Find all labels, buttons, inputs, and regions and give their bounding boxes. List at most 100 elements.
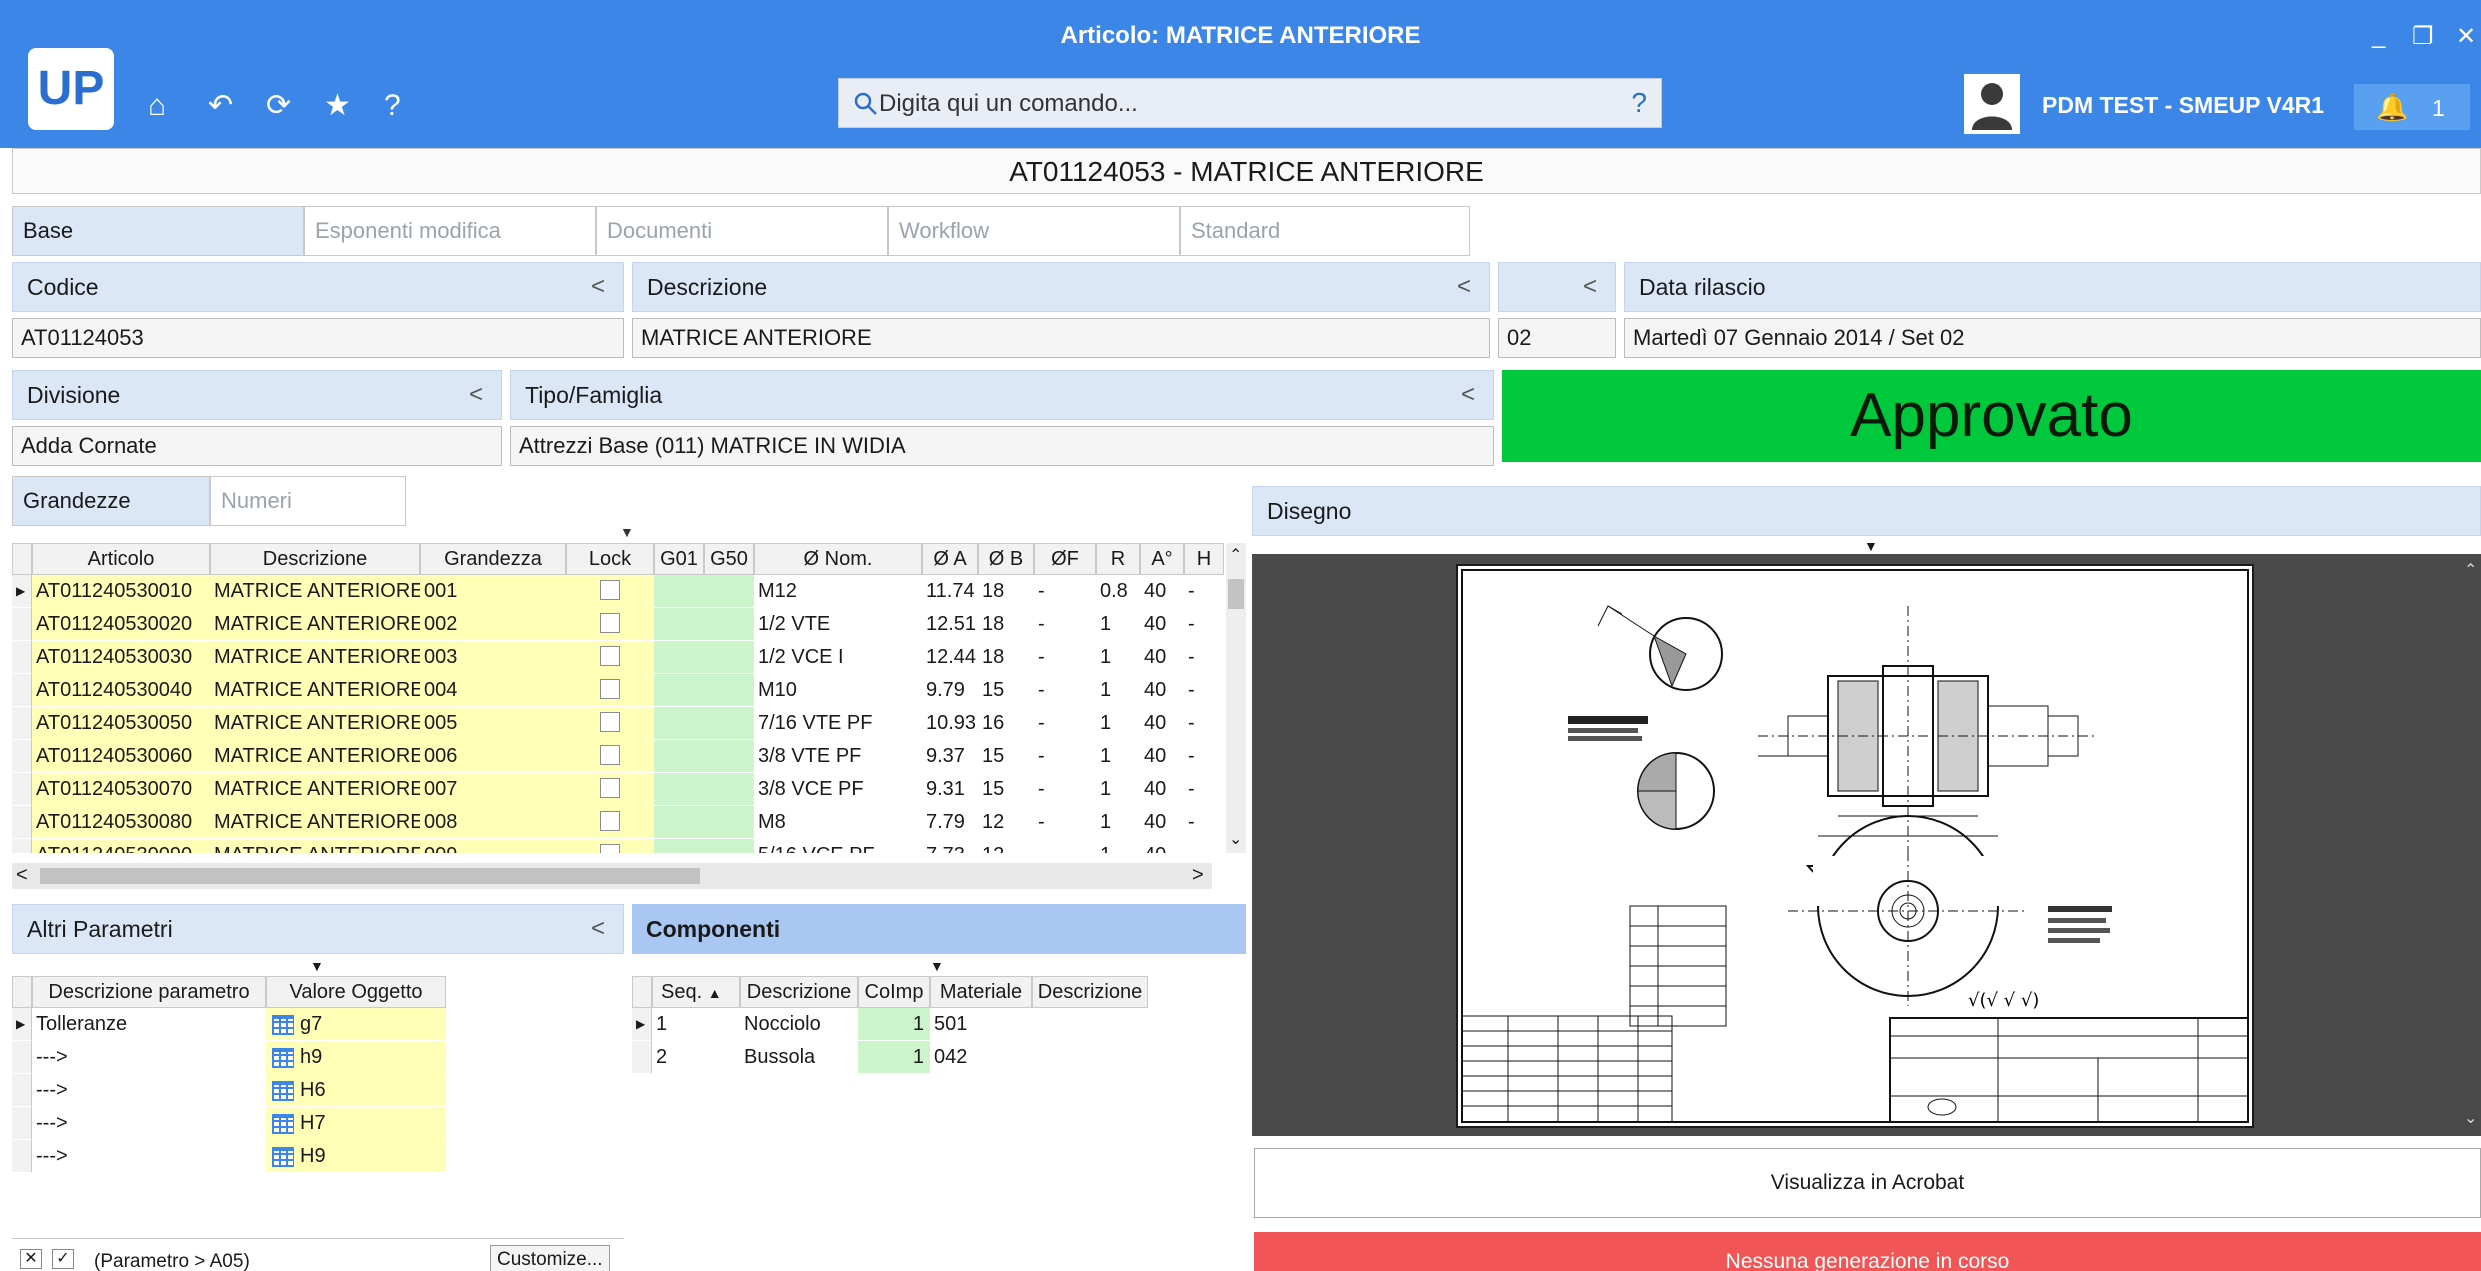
cell-valore-oggetto[interactable]: h9 xyxy=(266,1041,446,1074)
command-help-icon[interactable]: ? xyxy=(1631,87,1647,119)
cell-oa[interactable]: 9.37 xyxy=(922,740,978,773)
table-icon[interactable] xyxy=(272,1113,294,1134)
cell-of[interactable]: - xyxy=(1034,707,1096,740)
cell-articolo[interactable]: AT011240530040 xyxy=(32,674,210,707)
cell-nom[interactable]: 7/16 VTE PF xyxy=(754,707,922,740)
cell-articolo[interactable]: AT011240530020 xyxy=(32,608,210,641)
cell-g01[interactable] xyxy=(654,641,704,674)
divisione-field[interactable]: Adda Cornate xyxy=(12,426,502,466)
row-selector[interactable]: ▶ xyxy=(12,1008,32,1041)
scroll-thumb[interactable] xyxy=(1228,579,1244,609)
revision-field[interactable]: 02 xyxy=(1498,318,1616,358)
scroll-down-icon[interactable]: ⌄ xyxy=(2464,1108,2477,1128)
cell-g01[interactable] xyxy=(654,707,704,740)
cell-valore-oggetto[interactable]: H7 xyxy=(266,1107,446,1140)
cell-oa[interactable]: 11.74 xyxy=(922,575,978,608)
cell-articolo[interactable]: AT011240530090 xyxy=(32,839,210,853)
cell-r[interactable]: 1 xyxy=(1096,839,1140,853)
cell-of[interactable]: - xyxy=(1034,641,1096,674)
descrizione-field[interactable]: MATRICE ANTERIORE xyxy=(632,318,1490,358)
col-header-articolo[interactable]: Articolo xyxy=(32,543,210,575)
tab-base[interactable]: Base xyxy=(12,206,304,256)
lock-checkbox[interactable] xyxy=(600,778,620,798)
col-header-materiale[interactable]: Materiale xyxy=(930,976,1032,1008)
chevron-left-icon[interactable]: < xyxy=(591,263,605,311)
cell-g01[interactable] xyxy=(654,773,704,806)
col-header-descrizione[interactable]: Descrizione xyxy=(740,976,858,1008)
cell-ob[interactable]: 12 xyxy=(978,806,1034,839)
cell-nom[interactable]: M12 xyxy=(754,575,922,608)
cell-r[interactable]: 1 xyxy=(1096,641,1140,674)
cell-lock[interactable] xyxy=(566,707,654,740)
cell-h[interactable]: - xyxy=(1184,740,1224,773)
cell-valore-oggetto[interactable]: g7 xyxy=(266,1008,446,1041)
cell-ob[interactable]: 15 xyxy=(978,740,1034,773)
col-header-of[interactable]: ØF xyxy=(1034,543,1096,575)
cell-nom[interactable]: M8 xyxy=(754,806,922,839)
user-label[interactable]: PDM TEST - SMEUP V4R1 xyxy=(2042,92,2324,119)
cell-h[interactable]: - xyxy=(1184,575,1224,608)
row-selector[interactable] xyxy=(12,641,32,674)
row-selector[interactable] xyxy=(12,740,32,773)
avatar[interactable] xyxy=(1964,74,2020,134)
col-header-coimp[interactable]: CoImp xyxy=(858,976,930,1008)
cell-oa[interactable]: 9.79 xyxy=(922,674,978,707)
cell-oa[interactable]: 7.79 xyxy=(922,806,978,839)
lock-checkbox[interactable] xyxy=(600,712,620,732)
cell-of[interactable]: - xyxy=(1034,608,1096,641)
cell-descrizione[interactable]: MATRICE ANTERIORE xyxy=(210,575,420,608)
col-header-h[interactable]: H xyxy=(1184,543,1224,575)
notifications-button[interactable]: 🔔 1 xyxy=(2354,84,2470,130)
table-icon[interactable] xyxy=(272,1146,294,1167)
cell-descrizione-materiale[interactable] xyxy=(1032,1041,1148,1074)
cell-g50[interactable] xyxy=(704,707,754,740)
cell-descrizione-parametro[interactable]: ---> xyxy=(32,1074,266,1107)
cell-a[interactable]: 40 xyxy=(1140,575,1184,608)
cell-descrizione[interactable]: MATRICE ANTERIORE xyxy=(210,839,420,853)
cell-articolo[interactable]: AT011240530070 xyxy=(32,773,210,806)
restore-icon[interactable]: ❐ xyxy=(2412,22,2434,51)
cell-oa[interactable]: 9.31 xyxy=(922,773,978,806)
cell-g50[interactable] xyxy=(704,740,754,773)
cell-g50[interactable] xyxy=(704,806,754,839)
cell-r[interactable]: 0.8 xyxy=(1096,575,1140,608)
cell-descrizione[interactable]: MATRICE ANTERIORE xyxy=(210,740,420,773)
lock-checkbox[interactable] xyxy=(600,679,620,699)
cell-ob[interactable]: 15 xyxy=(978,773,1034,806)
cell-descrizione[interactable]: MATRICE ANTERIORE xyxy=(210,674,420,707)
lock-checkbox[interactable] xyxy=(600,844,620,853)
cell-g01[interactable] xyxy=(654,674,704,707)
col-header-nom[interactable]: Ø Nom. xyxy=(754,543,922,575)
col-header-a[interactable]: A° xyxy=(1140,543,1184,575)
horizontal-scrollbar[interactable]: < > xyxy=(12,863,1212,889)
cell-nom[interactable]: 3/8 VTE PF xyxy=(754,740,922,773)
col-header-descrizione-materiale[interactable]: Descrizione xyxy=(1032,976,1148,1008)
cell-g01[interactable] xyxy=(654,806,704,839)
cell-ob[interactable]: 12 xyxy=(978,839,1034,853)
cell-lock[interactable] xyxy=(566,773,654,806)
cell-lock[interactable] xyxy=(566,674,654,707)
undo-icon[interactable]: ↶ xyxy=(208,90,233,122)
col-header-descrizione[interactable]: Descrizione xyxy=(210,543,420,575)
collapse-icon[interactable]: ▼ xyxy=(1864,538,1878,554)
scroll-up-icon[interactable]: ⌃ xyxy=(1229,545,1242,565)
cell-r[interactable]: 1 xyxy=(1096,674,1140,707)
cell-a[interactable]: 40 xyxy=(1140,806,1184,839)
cell-articolo[interactable]: AT011240530060 xyxy=(32,740,210,773)
cell-r[interactable]: 1 xyxy=(1096,608,1140,641)
cell-a[interactable]: 40 xyxy=(1140,839,1184,853)
column-chooser-icon[interactable]: ▼ xyxy=(930,958,944,974)
row-selector[interactable] xyxy=(12,674,32,707)
tab-grandezze[interactable]: Grandezze xyxy=(12,476,210,526)
scroll-thumb[interactable] xyxy=(40,868,700,884)
cell-grandezza[interactable]: 007 xyxy=(420,773,566,806)
col-header-oa[interactable]: Ø A xyxy=(922,543,978,575)
cell-seq[interactable]: 2 xyxy=(652,1041,740,1074)
cell-r[interactable]: 1 xyxy=(1096,707,1140,740)
home-icon[interactable]: ⌂ xyxy=(148,90,166,122)
cell-coimp[interactable]: 1 xyxy=(858,1041,930,1074)
scroll-left-icon[interactable]: < xyxy=(16,864,28,887)
tab-standard[interactable]: Standard xyxy=(1180,206,1470,256)
cell-of[interactable]: - xyxy=(1034,575,1096,608)
cell-materiale[interactable]: 042 xyxy=(930,1041,1032,1074)
